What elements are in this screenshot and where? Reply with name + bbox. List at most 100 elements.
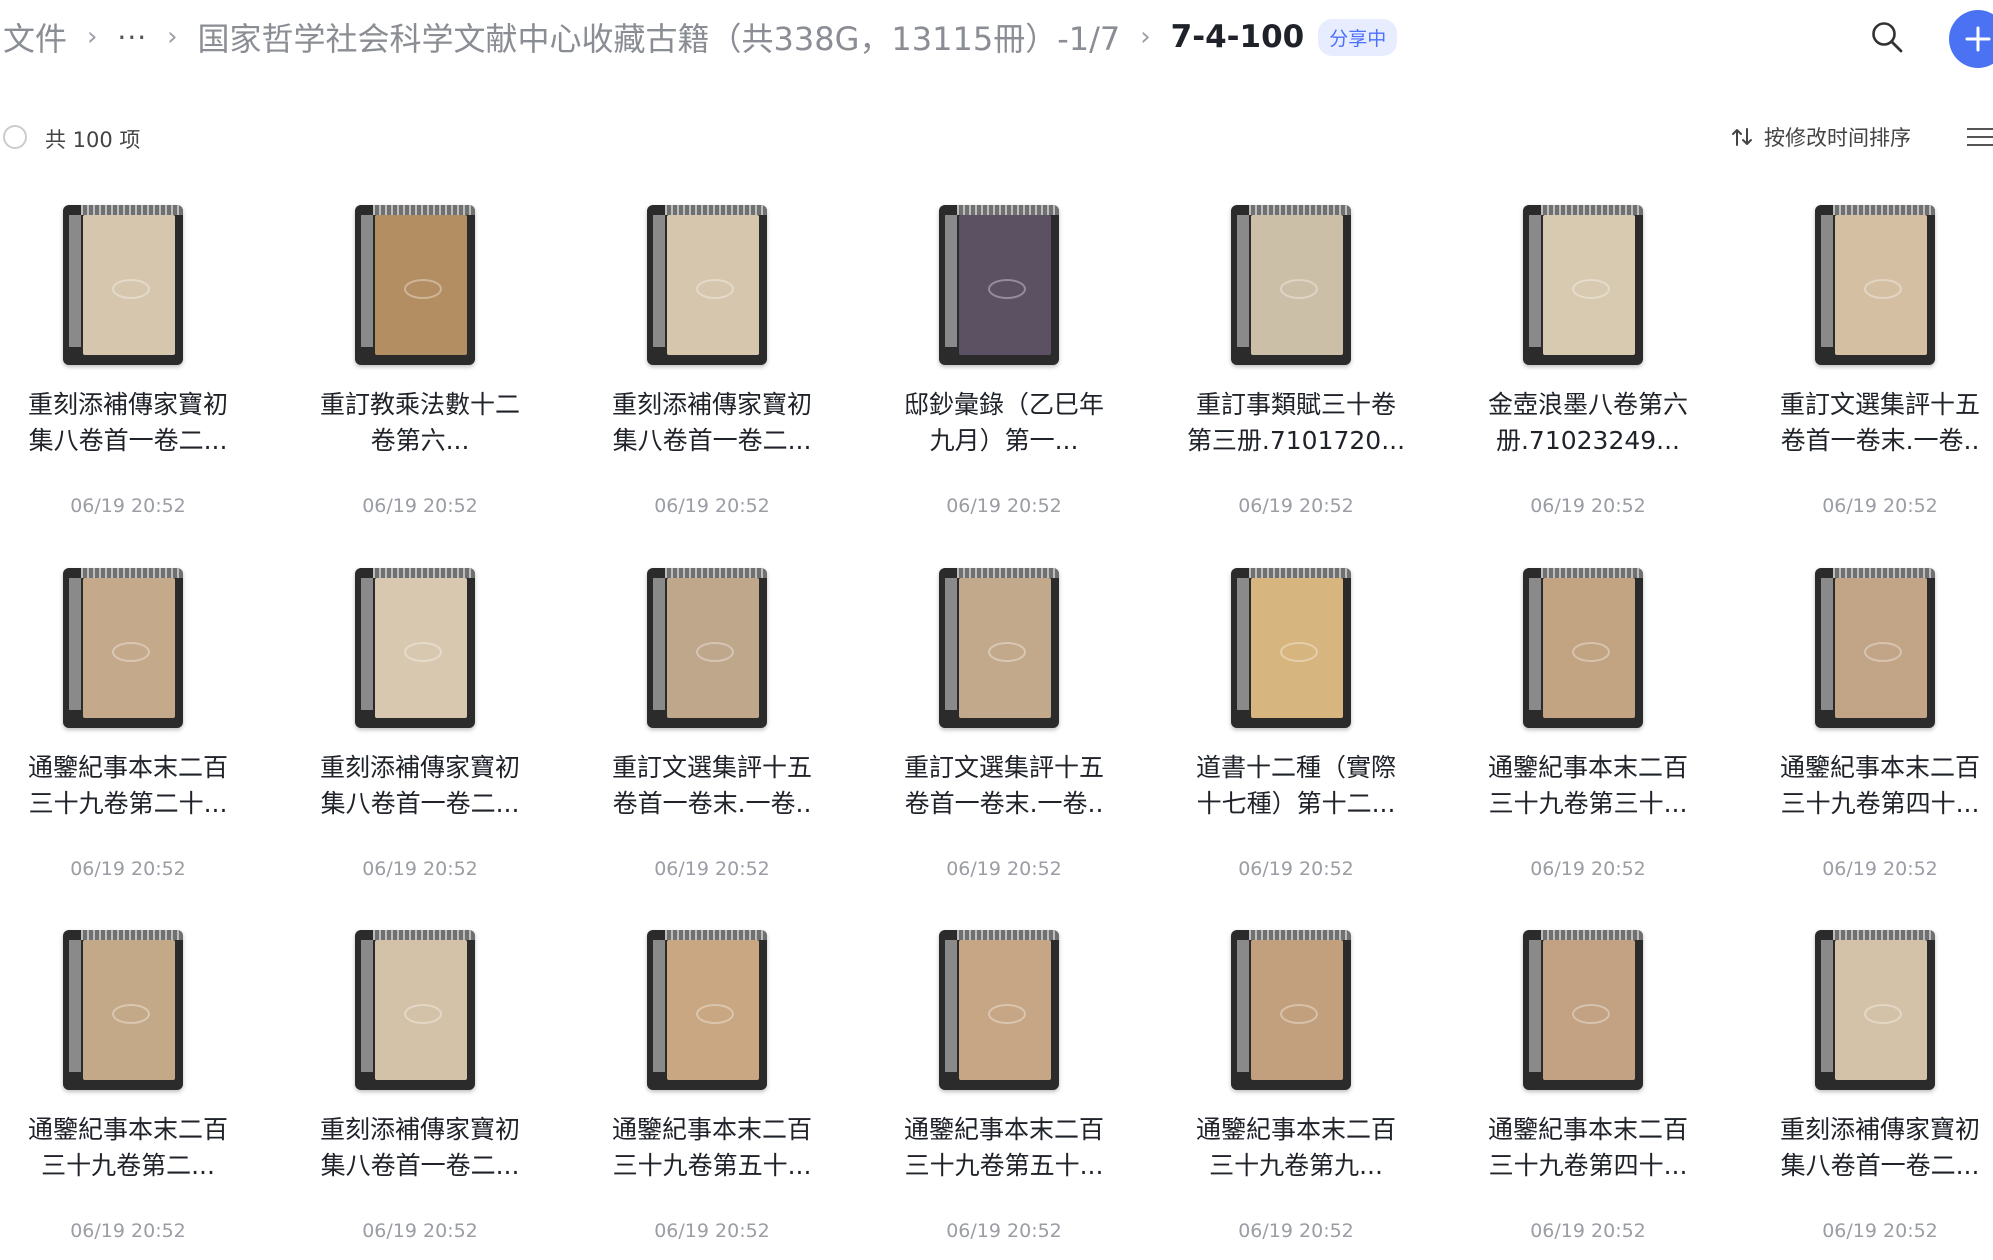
breadcrumb-ellipsis[interactable]: ··· bbox=[117, 21, 147, 54]
file-name: 通鑒紀事本末二百 三十九卷第二... bbox=[18, 1112, 238, 1184]
file-name: 重刻添補傳家寶初 集八卷首一卷二... bbox=[310, 750, 530, 822]
book-cover-page bbox=[1251, 940, 1343, 1080]
scan-ruler bbox=[81, 930, 183, 940]
file-name-line-2: 三十九卷第二十... bbox=[28, 789, 228, 818]
file-tile[interactable]: 重訂文選集評十五 卷首一卷末.一卷.. 06/19 20:52 bbox=[602, 568, 822, 898]
book-cover-page bbox=[83, 940, 175, 1080]
file-tile[interactable]: 重訂文選集評十五 卷首一卷末.一卷.. 06/19 20:52 bbox=[1770, 205, 1990, 535]
file-name: 重訂文選集評十五 卷首一卷末.一卷.. bbox=[1770, 387, 1990, 459]
book-cover-page bbox=[1835, 940, 1927, 1080]
scan-ruler bbox=[1833, 930, 1935, 940]
scan-ruler bbox=[665, 930, 767, 940]
scan-ruler bbox=[957, 205, 1059, 215]
file-name-line-1: 通鑒紀事本末二百 bbox=[1487, 753, 1688, 782]
book-cover-thumbnail bbox=[63, 930, 183, 1090]
file-name-line-2: 三十九卷第三十... bbox=[1488, 789, 1688, 818]
book-cover-thumbnail bbox=[355, 205, 475, 365]
file-tile[interactable]: 通鑒紀事本末二百 三十九卷第二... 06/19 20:52 bbox=[18, 930, 238, 1260]
file-name-line-1: 通鑒紀事本末二百 bbox=[611, 1115, 812, 1144]
file-tile[interactable]: 邸鈔彙錄（乙巳年 九月）第一... 06/19 20:52 bbox=[894, 205, 1114, 535]
file-name-line-1: 重訂事類賦三十卷 bbox=[1195, 390, 1396, 419]
file-tile[interactable]: 重刻添補傳家寶初 集八卷首一卷二... 06/19 20:52 bbox=[310, 568, 530, 898]
watermark-icon bbox=[1572, 279, 1610, 299]
scan-color-bar bbox=[1237, 578, 1249, 710]
book-cover-page bbox=[83, 578, 175, 718]
watermark-icon bbox=[696, 1004, 734, 1024]
file-name-line-1: 重刻添補傳家寶初 bbox=[27, 390, 228, 419]
breadcrumb-parent-folder[interactable]: 国家哲学社会科学文献中心收藏古籍（共338G，13115冊）-1/7 bbox=[198, 14, 1121, 60]
file-name-line-1: 金壺浪墨八卷第六 bbox=[1487, 390, 1688, 419]
breadcrumb: 文件 › ··· › 国家哲学社会科学文献中心收藏古籍（共338G，13115冊… bbox=[0, 0, 1398, 74]
file-tile[interactable]: 金壺浪墨八卷第六 册.71023249... 06/19 20:52 bbox=[1478, 205, 1698, 535]
chevron-right-icon: › bbox=[167, 22, 178, 52]
scan-color-bar bbox=[1237, 940, 1249, 1072]
book-cover-thumbnail bbox=[939, 568, 1059, 728]
file-tile[interactable]: 重訂教乘法數十二 卷第六... 06/19 20:52 bbox=[310, 205, 530, 535]
scan-color-bar bbox=[1237, 215, 1249, 347]
book-cover-page bbox=[375, 215, 467, 355]
file-name-line-2: 卷首一卷末.一卷.. bbox=[612, 789, 812, 818]
watermark-icon bbox=[1864, 1004, 1902, 1024]
file-name-line-1: 重刻添補傳家寶初 bbox=[319, 1115, 520, 1144]
file-modified-date: 06/19 20:52 bbox=[1530, 1220, 1646, 1242]
scan-ruler bbox=[1833, 205, 1935, 215]
file-name: 重訂文選集評十五 卷首一卷末.一卷.. bbox=[602, 750, 822, 822]
scan-color-bar bbox=[361, 940, 373, 1072]
file-tile[interactable]: 重刻添補傳家寶初 集八卷首一卷二... 06/19 20:52 bbox=[1770, 930, 1990, 1260]
add-button[interactable] bbox=[1949, 10, 1993, 68]
scan-color-bar bbox=[69, 940, 81, 1072]
scan-color-bar bbox=[653, 578, 665, 710]
file-name: 通鑒紀事本末二百 三十九卷第四十... bbox=[1770, 750, 1990, 822]
select-all-checkbox[interactable] bbox=[3, 125, 27, 149]
scan-ruler bbox=[957, 568, 1059, 578]
sort-button[interactable]: 按修改时间排序 bbox=[1730, 122, 1911, 152]
breadcrumb-root[interactable]: 文件 bbox=[3, 14, 67, 60]
file-name-line-1: 通鑒紀事本末二百 bbox=[1195, 1115, 1396, 1144]
file-modified-date: 06/19 20:52 bbox=[70, 858, 186, 880]
file-name-line-1: 重刻添補傳家寶初 bbox=[611, 390, 812, 419]
file-modified-date: 06/19 20:52 bbox=[946, 858, 1062, 880]
watermark-icon bbox=[404, 279, 442, 299]
file-tile[interactable]: 通鑒紀事本末二百 三十九卷第五十... 06/19 20:52 bbox=[894, 930, 1114, 1260]
file-name-line-2: 集八卷首一卷二... bbox=[28, 426, 228, 455]
book-cover-thumbnail bbox=[1231, 568, 1351, 728]
file-name-line-2: 三十九卷第四十... bbox=[1488, 1151, 1688, 1180]
file-modified-date: 06/19 20:52 bbox=[1822, 858, 1938, 880]
file-name-line-1: 重訂文選集評十五 bbox=[1779, 390, 1980, 419]
file-name-line-1: 通鑒紀事本末二百 bbox=[27, 753, 228, 782]
scan-color-bar bbox=[1529, 940, 1541, 1072]
scan-color-bar bbox=[361, 215, 373, 347]
file-tile[interactable]: 重刻添補傳家寶初 集八卷首一卷二... 06/19 20:52 bbox=[602, 205, 822, 535]
scan-color-bar bbox=[1821, 578, 1833, 710]
file-tile[interactable]: 通鑒紀事本末二百 三十九卷第五十... 06/19 20:52 bbox=[602, 930, 822, 1260]
file-name-line-2: 卷第六... bbox=[370, 426, 470, 455]
file-name: 金壺浪墨八卷第六 册.71023249... bbox=[1478, 387, 1698, 459]
scan-ruler bbox=[1833, 568, 1935, 578]
file-tile[interactable]: 通鑒紀事本末二百 三十九卷第二十... 06/19 20:52 bbox=[18, 568, 238, 898]
file-tile[interactable]: 通鑒紀事本末二百 三十九卷第九... 06/19 20:52 bbox=[1186, 930, 1406, 1260]
file-modified-date: 06/19 20:52 bbox=[362, 1220, 478, 1242]
watermark-icon bbox=[1280, 1004, 1318, 1024]
file-tile[interactable]: 重訂事類賦三十卷 第三册.7101720... 06/19 20:52 bbox=[1186, 205, 1406, 535]
file-tile[interactable]: 通鑒紀事本末二百 三十九卷第四十... 06/19 20:52 bbox=[1770, 568, 1990, 898]
file-tile[interactable]: 重訂文選集評十五 卷首一卷末.一卷.. 06/19 20:52 bbox=[894, 568, 1114, 898]
file-name: 通鑒紀事本末二百 三十九卷第二十... bbox=[18, 750, 238, 822]
file-tile[interactable]: 通鑒紀事本末二百 三十九卷第三十... 06/19 20:52 bbox=[1478, 568, 1698, 898]
file-name: 通鑒紀事本末二百 三十九卷第五十... bbox=[602, 1112, 822, 1184]
book-cover-page bbox=[959, 578, 1051, 718]
file-tile[interactable]: 重刻添補傳家寶初 集八卷首一卷二... 06/19 20:52 bbox=[18, 205, 238, 535]
book-cover-page bbox=[375, 940, 467, 1080]
file-name-line-1: 重訂教乘法數十二 bbox=[319, 390, 520, 419]
view-mode-toggle[interactable] bbox=[1963, 125, 1993, 149]
book-cover-thumbnail bbox=[647, 930, 767, 1090]
search-button[interactable] bbox=[1868, 18, 1906, 56]
plus-icon bbox=[1965, 26, 1991, 52]
file-tile[interactable]: 道書十二種（實際 十七種）第十二... 06/19 20:52 bbox=[1186, 568, 1406, 898]
file-tile[interactable]: 通鑒紀事本末二百 三十九卷第四十... 06/19 20:52 bbox=[1478, 930, 1698, 1260]
file-name-line-2: 三十九卷第九... bbox=[1209, 1151, 1383, 1180]
file-tile[interactable]: 重刻添補傳家寶初 集八卷首一卷二... 06/19 20:52 bbox=[310, 930, 530, 1260]
file-name: 重刻添補傳家寶初 集八卷首一卷二... bbox=[1770, 1112, 1990, 1184]
top-bar: 文件 › ··· › 国家哲学社会科学文献中心收藏古籍（共338G，13115冊… bbox=[0, 0, 1993, 74]
book-cover-page bbox=[1543, 215, 1635, 355]
watermark-icon bbox=[112, 279, 150, 299]
